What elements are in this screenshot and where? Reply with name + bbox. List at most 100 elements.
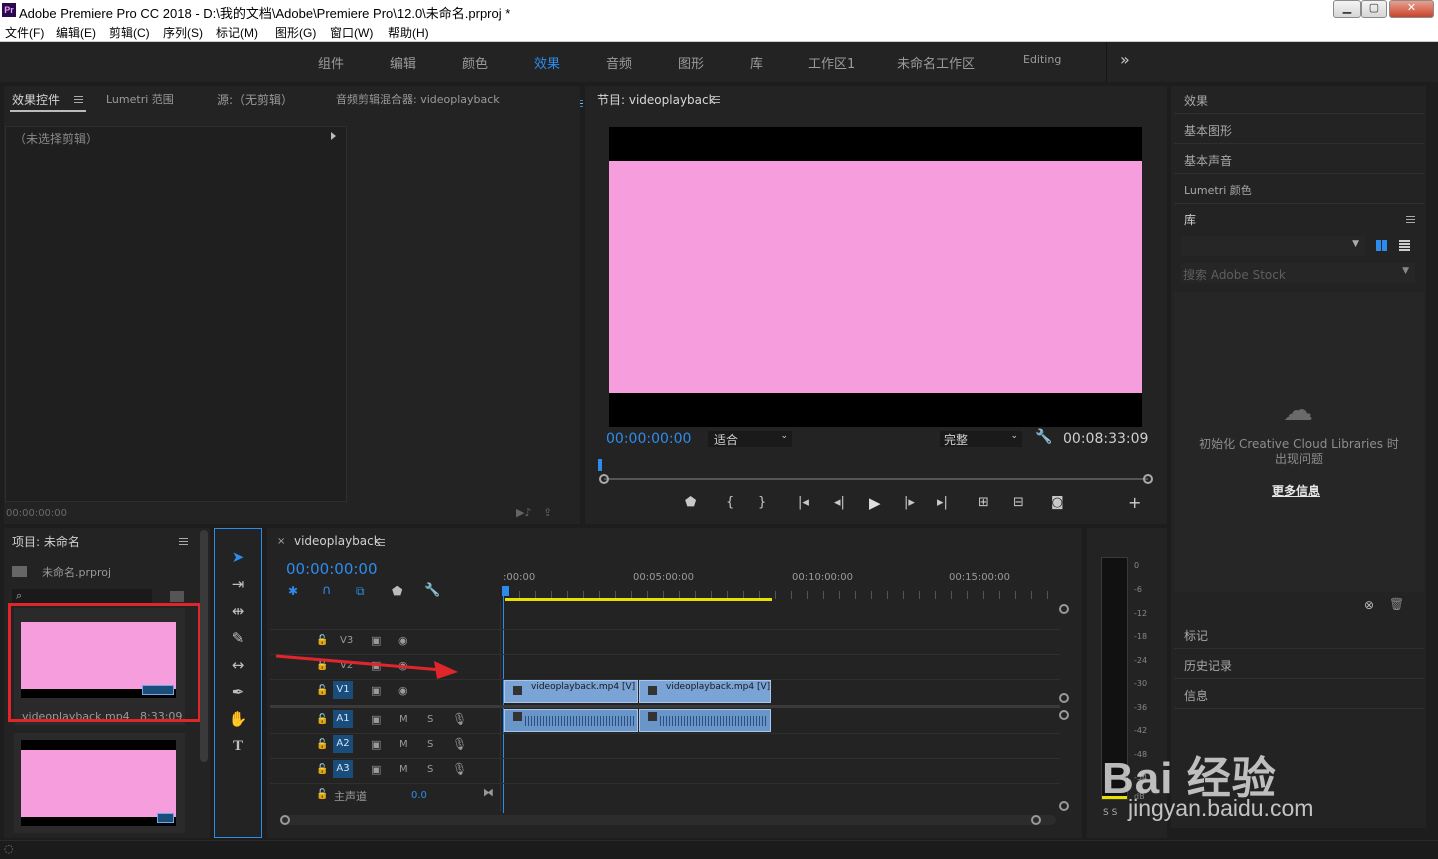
lock-icon[interactable]: 🔓 — [316, 789, 328, 800]
work-area-bar[interactable] — [505, 598, 772, 601]
export-icon[interactable]: ⇪ — [543, 506, 552, 519]
playhead-handle[interactable] — [502, 586, 509, 596]
menu-file[interactable]: 文件(F) — [5, 24, 44, 41]
toggle-sync-icon[interactable]: ▣ — [371, 684, 381, 697]
project-scrollbar[interactable] — [200, 530, 208, 762]
eye-icon[interactable]: ◉ — [398, 684, 408, 697]
timeline-menu-icon[interactable] — [376, 539, 385, 546]
pen-tool-icon[interactable]: ✒ — [226, 681, 250, 703]
panel-lumetri-color[interactable]: Lumetri 颜色 — [1174, 174, 1424, 204]
menu-marker[interactable]: 标记(M) — [216, 24, 258, 41]
track-select-tool-icon[interactable]: ⇥ — [226, 573, 250, 595]
program-playhead[interactable] — [598, 459, 602, 471]
panel-history[interactable]: 历史记录 — [1174, 649, 1424, 679]
settings-wrench-icon[interactable]: 🔧 — [1035, 429, 1052, 445]
video-clip-2[interactable]: videoplayback.mp4 [V] — [639, 680, 771, 703]
lock-icon[interactable]: 🔓 — [316, 685, 328, 696]
toggle-sync-icon[interactable]: ▣ — [371, 763, 381, 776]
project-item-2[interactable] — [14, 733, 185, 833]
program-menu-icon[interactable] — [711, 96, 720, 103]
lock-icon[interactable]: 🔓 — [316, 635, 328, 646]
list-view-icon[interactable] — [1399, 240, 1410, 251]
go-to-in-icon[interactable]: |◂ — [798, 495, 809, 510]
toggle-sync-icon[interactable]: ▣ — [371, 738, 381, 751]
microphone-icon[interactable]: 🎙 — [452, 762, 467, 776]
workspace-libraries[interactable]: 库 — [750, 53, 763, 72]
lift-icon[interactable]: ⊞ — [978, 495, 989, 510]
toggle-sync-icon[interactable]: ▣ — [371, 713, 381, 726]
track-a2-label[interactable]: A2 — [333, 735, 353, 753]
lock-icon[interactable]: 🔓 — [316, 739, 328, 750]
timeline-settings-icon[interactable]: 🔧 — [424, 583, 440, 598]
project-menu-icon[interactable] — [179, 538, 188, 545]
expand-arrow-icon[interactable] — [331, 132, 336, 140]
panel-markers[interactable]: 标记 — [1174, 619, 1424, 649]
mute-a3-button[interactable]: M — [399, 764, 408, 775]
vertical-zoom-handle[interactable] — [1059, 710, 1069, 720]
export-frame-camera-icon[interactable]: ◙ — [1051, 495, 1064, 510]
razor-tool-icon[interactable]: ✎ — [226, 627, 250, 649]
workspace-1[interactable]: 工作区1 — [808, 53, 855, 72]
solo-a2-button[interactable]: S — [427, 739, 433, 750]
workspace-audio[interactable]: 音频 — [606, 53, 632, 72]
cloud-sync-icon[interactable]: ⊗ — [1364, 598, 1374, 612]
extract-icon[interactable]: ⊟ — [1013, 495, 1024, 510]
timeline-marker-icon[interactable]: ⬟ — [392, 584, 402, 598]
adobe-stock-search-input[interactable]: 搜索 Adobe Stock ▼ — [1181, 263, 1415, 283]
play-icon[interactable]: ▶ — [869, 494, 881, 512]
vertical-zoom-handle[interactable] — [1059, 693, 1069, 703]
libraries-title[interactable]: 库 — [1184, 211, 1196, 228]
tab-audio-clip-mixer[interactable]: 音频剪辑混合器: videoplayback — [336, 91, 500, 107]
scrubber-end-handle[interactable] — [1143, 474, 1153, 484]
video-audio-divider[interactable] — [270, 705, 1060, 708]
snap-magnet-icon[interactable]: ∩ — [322, 583, 332, 598]
linked-selection-icon[interactable]: ⧉ — [356, 584, 365, 599]
workspace-color[interactable]: 颜色 — [462, 53, 488, 72]
selection-tool-icon[interactable]: ➤ — [226, 546, 250, 568]
workspace-editing-en[interactable]: Editing — [1023, 53, 1061, 66]
meter-solo-buttons[interactable]: S S — [1103, 808, 1117, 818]
libraries-menu-icon[interactable] — [1406, 216, 1415, 223]
timeline-timecode[interactable]: 00:00:00:00 — [286, 560, 378, 578]
new-search-bin-icon[interactable] — [170, 591, 184, 602]
solo-a3-button[interactable]: S — [427, 764, 433, 775]
type-tool-icon[interactable]: T — [226, 735, 250, 757]
hand-tool-icon[interactable]: ✋ — [226, 708, 250, 730]
step-back-icon[interactable]: ◂| — [834, 495, 845, 510]
menu-edit[interactable]: 编辑(E) — [56, 24, 96, 41]
scrubber-start-handle[interactable] — [599, 474, 609, 484]
video-clip-1[interactable]: videoplayback.mp4 [V] — [504, 680, 638, 703]
mark-in-icon[interactable]: { — [726, 495, 734, 510]
add-marker-icon[interactable]: ⬟ — [685, 495, 696, 510]
track-v1-label[interactable]: V1 — [333, 681, 353, 699]
more-info-link[interactable]: 更多信息 — [1272, 482, 1320, 499]
eye-icon[interactable]: ◉ — [398, 634, 408, 647]
panel-essential-sound[interactable]: 基本声音 — [1174, 144, 1424, 174]
workspace-assembly[interactable]: 组件 — [318, 53, 344, 72]
panel-info[interactable]: 信息 — [1174, 679, 1424, 709]
zoom-fit-select[interactable]: 适合 ⌄ — [708, 431, 792, 447]
tab-source[interactable]: 源:（无剪辑） — [217, 91, 293, 108]
playback-resolution-select[interactable]: 完整 ⌄ — [940, 431, 1022, 447]
sequence-tab[interactable]: videoplayback — [294, 534, 381, 548]
project-search-input[interactable]: ⌕ — [12, 589, 152, 603]
workspace-editing[interactable]: 编辑 — [390, 53, 416, 72]
mark-out-icon[interactable]: } — [758, 495, 766, 510]
audio-clip-2[interactable] — [639, 709, 771, 732]
menu-sequence[interactable]: 序列(S) — [163, 24, 203, 41]
program-monitor-title[interactable]: 节目: videoplayback — [597, 91, 716, 108]
menu-clip[interactable]: 剪辑(C) — [109, 24, 150, 41]
minimize-button[interactable]: ▁ — [1333, 0, 1361, 18]
microphone-icon[interactable]: 🎙 — [452, 737, 467, 751]
menu-graphics[interactable]: 图形(G) — [275, 24, 316, 41]
workspace-effects[interactable]: 效果 — [534, 53, 560, 72]
panel-essential-graphics[interactable]: 基本图形 — [1174, 114, 1424, 144]
workspace-graphics[interactable]: 图形 — [678, 53, 704, 72]
microphone-icon[interactable]: 🎙 — [452, 712, 467, 726]
go-to-edit-point-icon[interactable]: ⧓ — [483, 786, 494, 799]
library-select[interactable]: ▼ — [1181, 236, 1365, 256]
close-sequence-icon[interactable]: × — [277, 536, 285, 547]
go-to-out-icon[interactable]: ▸| — [937, 495, 948, 510]
step-forward-icon[interactable]: |▸ — [904, 495, 915, 510]
tab-lumetri-scopes[interactable]: Lumetri 范围 — [106, 91, 174, 107]
